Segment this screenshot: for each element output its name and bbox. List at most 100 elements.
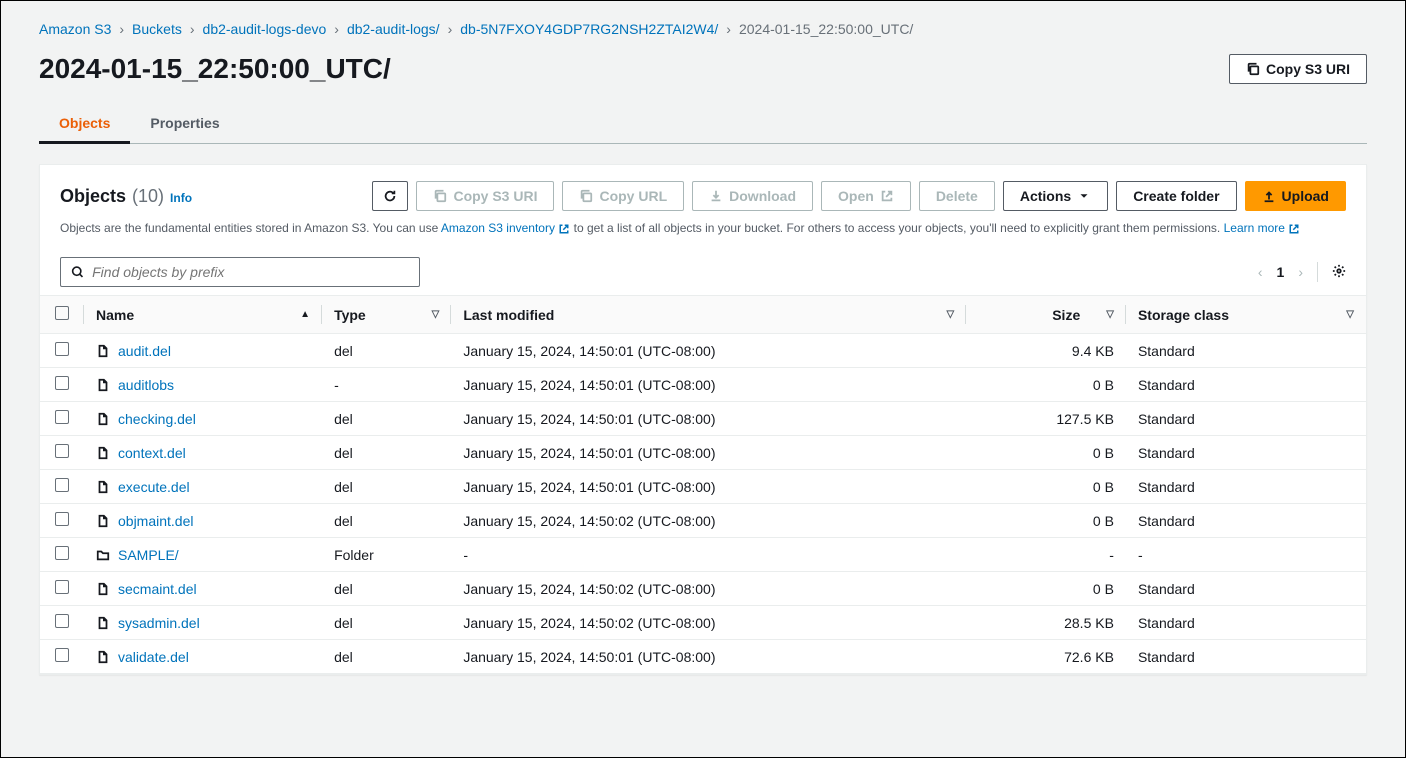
cell-type: del [322, 640, 451, 674]
column-name[interactable]: Name▲ [84, 296, 322, 334]
table-row: auditlobs-January 15, 2024, 14:50:01 (UT… [40, 368, 1366, 402]
cell-modified: - [451, 538, 966, 572]
cell-size: 0 B [966, 572, 1126, 606]
download-icon [709, 189, 723, 203]
cell-size: 0 B [966, 470, 1126, 504]
external-link-icon [1288, 223, 1300, 235]
refresh-button[interactable] [372, 181, 408, 211]
table-row: context.deldelJanuary 15, 2024, 14:50:01… [40, 436, 1366, 470]
search-input[interactable] [92, 264, 409, 280]
search-icon [71, 265, 84, 279]
create-folder-button[interactable]: Create folder [1116, 181, 1236, 211]
copy-url-button[interactable]: Copy URL [562, 181, 684, 211]
download-button[interactable]: Download [692, 181, 813, 211]
row-checkbox[interactable] [55, 376, 69, 390]
object-link[interactable]: audit.del [118, 343, 171, 359]
row-checkbox[interactable] [55, 580, 69, 594]
external-link-icon [558, 223, 570, 235]
object-link[interactable]: execute.del [118, 479, 190, 495]
file-icon [96, 582, 110, 596]
cell-size: 127.5 KB [966, 402, 1126, 436]
filter-icon: ▽ [432, 309, 440, 320]
select-all-checkbox[interactable] [55, 306, 69, 320]
cell-modified: January 15, 2024, 14:50:02 (UTC-08:00) [451, 606, 966, 640]
column-type[interactable]: Type▽ [322, 296, 451, 334]
object-link[interactable]: objmaint.del [118, 513, 194, 529]
file-icon [96, 480, 110, 494]
cell-type: del [322, 436, 451, 470]
upload-icon [1262, 189, 1276, 203]
table-row: objmaint.deldelJanuary 15, 2024, 14:50:0… [40, 504, 1366, 538]
row-checkbox[interactable] [55, 444, 69, 458]
copy-s3-uri-button[interactable]: Copy S3 URI [1229, 54, 1367, 84]
object-link[interactable]: sysadmin.del [118, 615, 200, 631]
sort-asc-icon: ▲ [300, 309, 310, 320]
cell-size: 0 B [966, 436, 1126, 470]
tab-objects[interactable]: Objects [39, 105, 130, 144]
cell-storage: Standard [1126, 436, 1366, 470]
upload-button[interactable]: Upload [1245, 181, 1346, 211]
info-link[interactable]: Info [170, 191, 192, 205]
row-checkbox[interactable] [55, 614, 69, 628]
row-checkbox[interactable] [55, 410, 69, 424]
settings-button[interactable] [1332, 264, 1346, 281]
cell-size: - [966, 538, 1126, 572]
tab-properties[interactable]: Properties [130, 105, 239, 143]
row-checkbox[interactable] [55, 648, 69, 662]
panel-description: Objects are the fundamental entities sto… [60, 219, 1346, 237]
chevron-right-icon: › [119, 21, 124, 37]
column-size[interactable]: Size▽ [966, 296, 1126, 334]
page-next-button[interactable]: › [1298, 264, 1303, 280]
column-storage-class[interactable]: Storage class▽ [1126, 296, 1366, 334]
open-button[interactable]: Open [821, 181, 911, 211]
inventory-link[interactable]: Amazon S3 inventory [441, 221, 570, 235]
object-link[interactable]: SAMPLE/ [118, 547, 179, 563]
filter-icon: ▽ [1346, 309, 1354, 320]
caret-down-icon [1077, 189, 1091, 203]
object-link[interactable]: context.del [118, 445, 186, 461]
cell-modified: January 15, 2024, 14:50:01 (UTC-08:00) [451, 334, 966, 368]
breadcrumb-link[interactable]: db2-audit-logs-devo [203, 21, 327, 37]
table-row: checking.deldelJanuary 15, 2024, 14:50:0… [40, 402, 1366, 436]
file-icon [96, 650, 110, 664]
refresh-icon [383, 189, 397, 203]
breadcrumb-link[interactable]: db2-audit-logs/ [347, 21, 440, 37]
breadcrumb-link[interactable]: db-5N7FXOY4GDP7RG2NSH2ZTAI2W4/ [460, 21, 718, 37]
cell-modified: January 15, 2024, 14:50:01 (UTC-08:00) [451, 402, 966, 436]
row-checkbox[interactable] [55, 546, 69, 560]
object-link[interactable]: auditlobs [118, 377, 174, 393]
cell-modified: January 15, 2024, 14:50:02 (UTC-08:00) [451, 572, 966, 606]
row-checkbox[interactable] [55, 478, 69, 492]
cell-storage: Standard [1126, 640, 1366, 674]
copy-icon [579, 189, 593, 203]
file-icon [96, 514, 110, 528]
folder-icon [96, 548, 110, 562]
object-link[interactable]: validate.del [118, 649, 189, 665]
cell-storage: - [1126, 538, 1366, 572]
panel-title: Objects (10) Info [60, 186, 192, 207]
objects-table: Name▲ Type▽ Last modified▽ Size▽ Storage… [40, 295, 1366, 674]
cell-storage: Standard [1126, 368, 1366, 402]
file-icon [96, 344, 110, 358]
row-checkbox[interactable] [55, 512, 69, 526]
cell-type: del [322, 470, 451, 504]
search-box[interactable] [60, 257, 420, 287]
chevron-right-icon: › [448, 21, 453, 37]
page-prev-button[interactable]: ‹ [1258, 264, 1263, 280]
delete-button[interactable]: Delete [919, 181, 995, 211]
cell-modified: January 15, 2024, 14:50:01 (UTC-08:00) [451, 640, 966, 674]
breadcrumb-link[interactable]: Amazon S3 [39, 21, 111, 37]
actions-button[interactable]: Actions [1003, 181, 1108, 211]
cell-type: del [322, 606, 451, 640]
cell-storage: Standard [1126, 470, 1366, 504]
object-link[interactable]: checking.del [118, 411, 196, 427]
table-row: validate.del delJanuary 15, 2024, 14:50:0… [40, 640, 1366, 674]
filter-icon: ▽ [1106, 309, 1114, 320]
object-link[interactable]: secmaint.del [118, 581, 197, 597]
breadcrumb-link[interactable]: Buckets [132, 21, 182, 37]
learn-more-link[interactable]: Learn more [1224, 221, 1301, 235]
copy-s3-uri-button-toolbar[interactable]: Copy S3 URI [416, 181, 554, 211]
row-checkbox[interactable] [55, 342, 69, 356]
column-last-modified[interactable]: Last modified▽ [451, 296, 966, 334]
cell-storage: Standard [1126, 606, 1366, 640]
